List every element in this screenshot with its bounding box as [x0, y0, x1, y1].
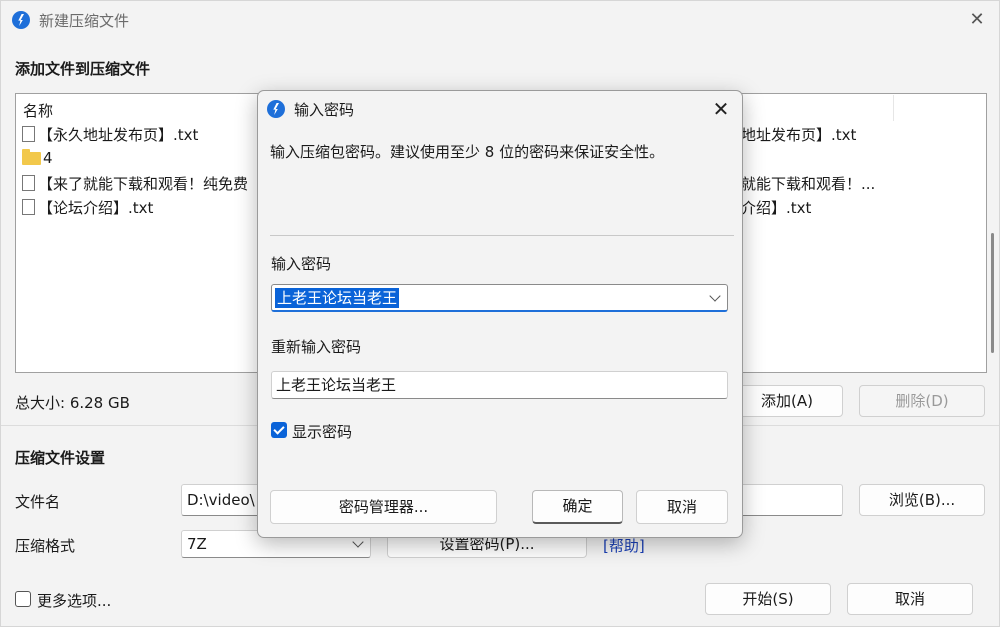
list-item[interactable]: 【来了就能下载和观看！纯免费 — [22, 172, 248, 194]
filename-label: 文件名 — [15, 493, 61, 511]
settings-section-title: 压缩文件设置 — [15, 449, 106, 467]
chevron-down-icon[interactable] — [709, 290, 721, 302]
ok-button[interactable]: 确定 — [532, 490, 623, 524]
list-item[interactable]: 【永久地址发布页】.txt — [22, 123, 198, 145]
password-dialog: 输入密码 ✕ 输入压缩包密码。建议使用至少 8 位的密码来保证安全性。 输入密码… — [257, 90, 743, 538]
title-bar: 新建压缩文件 ✕ — [1, 1, 999, 39]
delete-button[interactable]: 删除(D) — [859, 385, 985, 417]
column-separator — [893, 95, 894, 121]
start-button[interactable]: 开始(S) — [705, 583, 831, 615]
format-select-value: 7Z — [187, 535, 207, 553]
files-section-title: 添加文件到压缩文件 — [15, 60, 151, 78]
window-close-button[interactable]: ✕ — [961, 5, 993, 35]
window-title: 新建压缩文件 — [39, 12, 130, 30]
reenter-password-field[interactable]: 上老王论坛当老王 — [271, 371, 728, 399]
text-file-icon — [22, 175, 35, 191]
scrollbar-thumb[interactable] — [991, 233, 994, 353]
password-input-selected-text[interactable]: 上老王论坛当老王 — [275, 288, 400, 308]
reenter-password-label: 重新输入密码 — [271, 338, 362, 356]
column-header-name[interactable]: 名称 — [23, 100, 53, 121]
password-manager-button[interactable]: 密码管理器... — [270, 490, 497, 524]
password-combobox[interactable]: 上老王论坛当老王 — [271, 284, 728, 312]
show-password-checkbox[interactable] — [271, 422, 287, 438]
text-file-icon — [22, 126, 35, 142]
dialog-description: 输入压缩包密码。建议使用至少 8 位的密码来保证安全性。 — [270, 143, 665, 161]
list-item-right-text: 介绍】.txt — [741, 198, 812, 217]
list-item[interactable]: 【论坛介绍】.txt — [22, 196, 153, 218]
dialog-divider — [270, 235, 734, 236]
add-button[interactable]: 添加(A) — [731, 385, 843, 417]
list-item-label: 4 — [43, 149, 53, 167]
cancel-button[interactable]: 取消 — [847, 583, 973, 615]
folder-icon — [22, 148, 41, 165]
dialog-title: 输入密码 — [294, 101, 355, 119]
list-item[interactable]: 4 — [22, 147, 53, 169]
app-logo-icon — [267, 100, 285, 118]
format-label: 压缩格式 — [15, 537, 76, 555]
more-options-label: 更多选项... — [37, 592, 112, 610]
list-item-label: 【来了就能下载和观看！纯免费 — [38, 174, 249, 193]
show-password-label[interactable]: 显示密码 — [292, 421, 352, 442]
list-item-right-text: 地址发布页】.txt — [741, 125, 857, 144]
list-item-label: 【永久地址发布页】.txt — [38, 125, 199, 144]
text-file-icon — [22, 199, 35, 215]
chevron-down-icon — [352, 536, 364, 548]
dialog-close-button[interactable]: ✕ — [706, 94, 736, 124]
app-logo-icon — [12, 11, 30, 29]
total-size-label: 总大小: 6.28 GB — [15, 394, 130, 412]
password-label: 输入密码 — [271, 255, 332, 273]
dialog-cancel-button[interactable]: 取消 — [636, 490, 728, 524]
more-options-checkbox[interactable] — [15, 591, 31, 607]
list-item-right-text: 就能下载和观看！... — [741, 174, 876, 193]
help-link[interactable]: [帮助] — [603, 535, 645, 556]
file-list-scrollbar[interactable] — [986, 93, 1000, 373]
list-item-label: 【论坛介绍】.txt — [38, 198, 154, 217]
browse-button[interactable]: 浏览(B)... — [859, 484, 985, 516]
